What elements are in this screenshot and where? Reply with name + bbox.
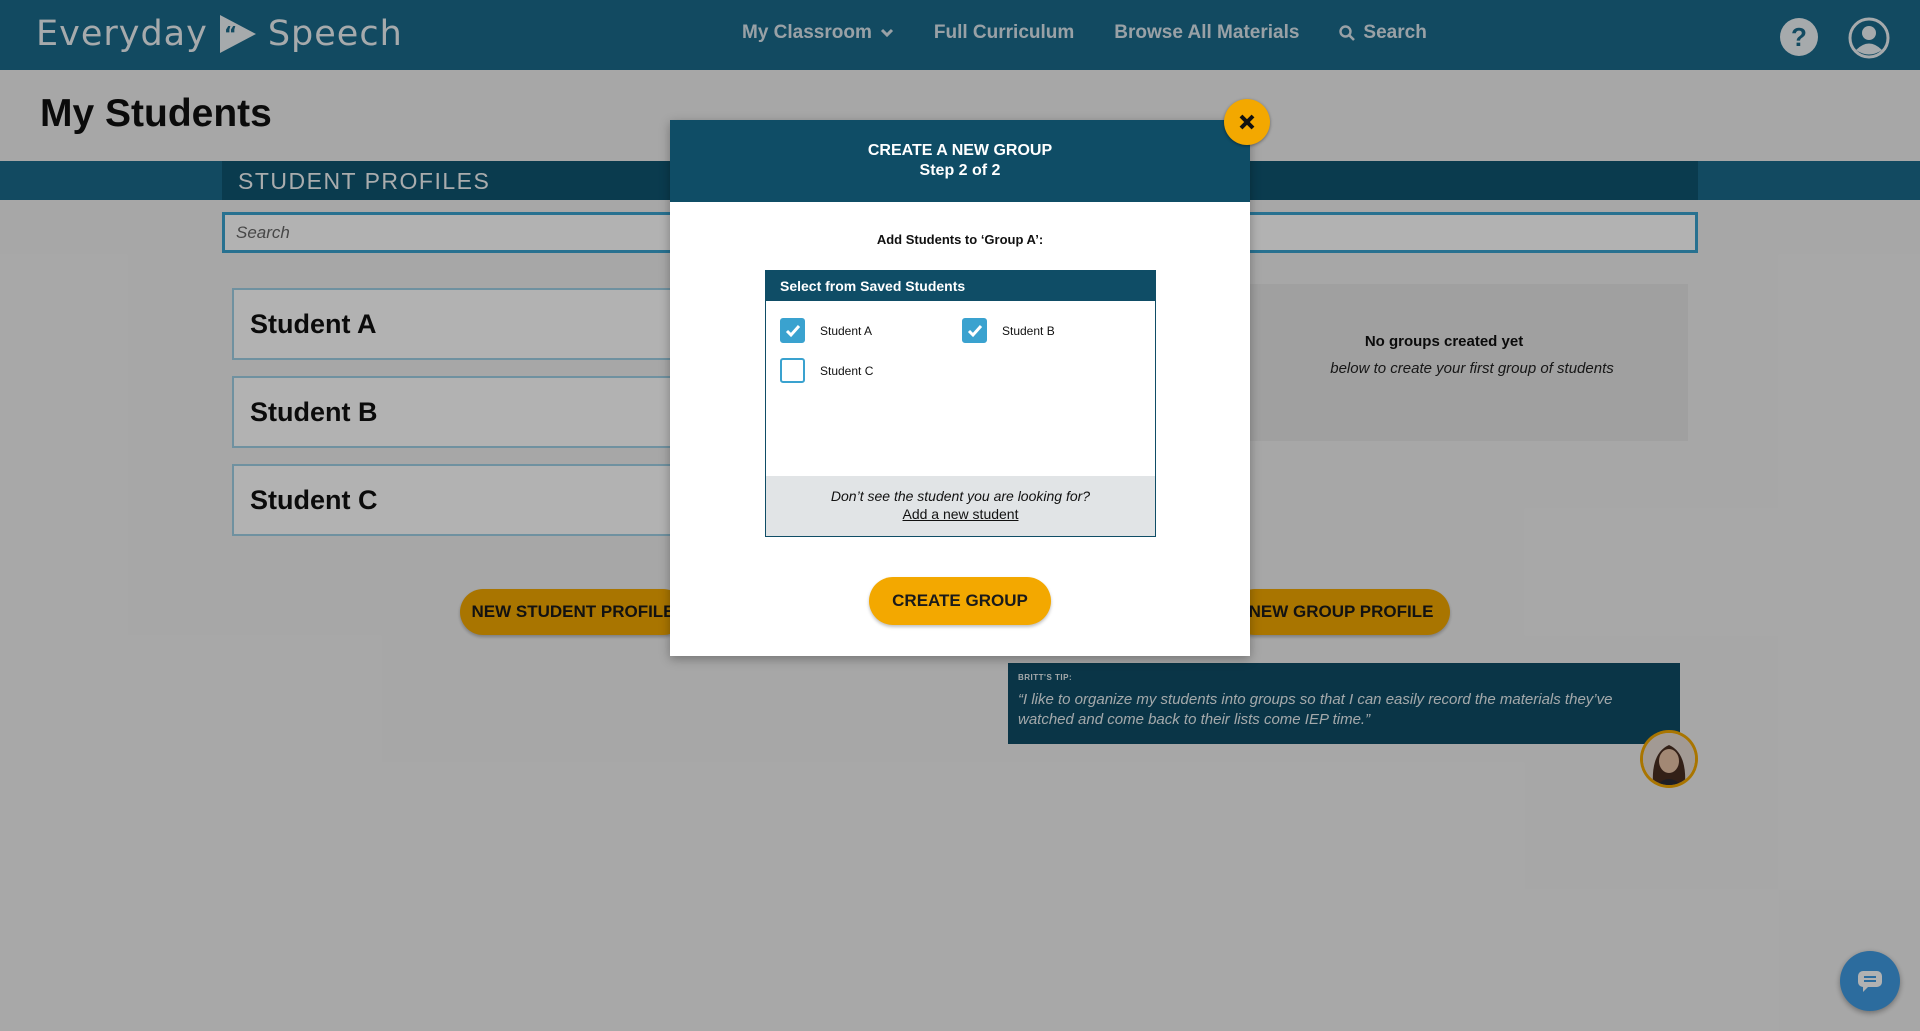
student-option-b[interactable]: Student B <box>962 318 1055 343</box>
picker-footer: Don’t see the student you are looking fo… <box>766 476 1155 536</box>
student-option-c[interactable]: Student C <box>780 358 873 383</box>
student-a-checkbox[interactable] <box>780 318 805 343</box>
modal-title: CREATE A NEW GROUP <box>867 142 1053 159</box>
checkmark-icon <box>967 324 982 337</box>
modal-step: Step 2 of 2 <box>919 162 1001 179</box>
checkmark-icon <box>785 324 800 337</box>
modal-header: CREATE A NEW GROUP Step 2 of 2 <box>670 120 1250 202</box>
create-group-modal: CREATE A NEW GROUP Step 2 of 2 Add Stude… <box>670 120 1250 656</box>
picker-footer-question: Don’t see the student you are looking fo… <box>830 488 1091 504</box>
saved-students-picker: Select from Saved Students Student A Stu… <box>765 270 1156 537</box>
student-c-label: Student C <box>820 363 874 378</box>
modal-close-button[interactable] <box>1224 99 1270 145</box>
student-b-label: Student B <box>1002 323 1055 338</box>
modal-prompt: Add Students to ‘Group A’: <box>876 232 1044 247</box>
add-new-student-link[interactable]: Add a new student <box>903 506 1019 522</box>
student-a-label: Student A <box>820 323 873 338</box>
close-icon <box>1239 114 1255 130</box>
student-option-a[interactable]: Student A <box>780 318 872 343</box>
create-group-button[interactable]: CREATE GROUP <box>869 577 1051 625</box>
student-b-checkbox[interactable] <box>962 318 987 343</box>
student-c-checkbox[interactable] <box>780 358 805 383</box>
picker-title: Select from Saved Students <box>766 271 1155 301</box>
